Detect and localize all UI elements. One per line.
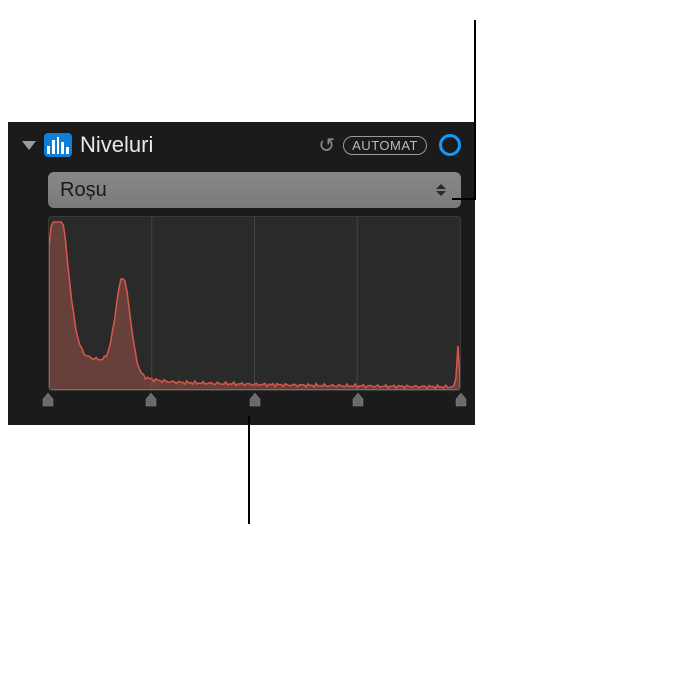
- highlights-slider[interactable]: [352, 393, 364, 407]
- auto-button[interactable]: AUTOMAT: [343, 136, 427, 155]
- updown-arrows-icon: [433, 184, 449, 196]
- disclosure-triangle-icon[interactable]: [22, 141, 36, 150]
- callout-line: [474, 20, 476, 200]
- midtones-slider[interactable]: [249, 393, 261, 407]
- white-point-slider[interactable]: [455, 393, 467, 407]
- levels-sliders: [48, 393, 461, 411]
- histogram: [48, 216, 461, 391]
- enable-toggle[interactable]: [439, 134, 461, 156]
- levels-histogram-icon: [44, 133, 72, 157]
- channel-dropdown[interactable]: Roșu: [48, 172, 461, 208]
- callout-line: [452, 198, 476, 200]
- dropdown-selected-label: Roșu: [60, 179, 433, 202]
- callout-line: [248, 416, 250, 524]
- black-point-slider[interactable]: [42, 393, 54, 407]
- histogram-chart: [49, 217, 460, 390]
- panel-header: Niveluri ↺ AUTOMAT: [8, 122, 475, 166]
- panel-title: Niveluri: [80, 132, 310, 158]
- undo-icon[interactable]: ↺: [318, 133, 335, 158]
- shadows-slider[interactable]: [145, 393, 157, 407]
- levels-panel: Niveluri ↺ AUTOMAT Roșu: [8, 122, 475, 425]
